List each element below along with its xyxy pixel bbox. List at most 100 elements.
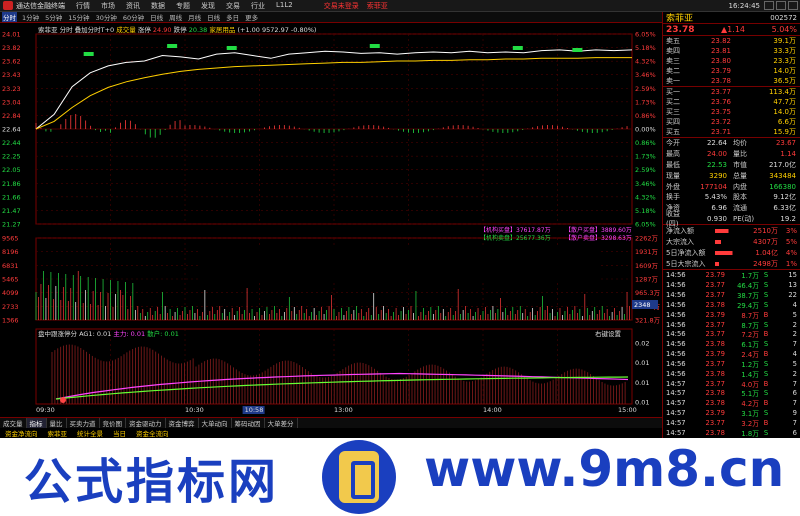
indicator-tab[interactable]: 指标 — [26, 418, 47, 428]
indicator-tab[interactable]: 资金驱动力 — [126, 418, 166, 428]
menu-item[interactable]: 行业 — [251, 1, 265, 11]
stat-value: 24.00 — [706, 150, 727, 159]
period-tab[interactable]: 60分钟 — [122, 12, 145, 22]
period-tab[interactable]: 5分钟 — [44, 12, 63, 22]
tick-side: B — [763, 350, 769, 359]
stat-label: 内盘 — [733, 182, 747, 191]
indicator-tab[interactable]: 大单差分 — [265, 418, 298, 428]
signal-marker — [512, 46, 523, 50]
watermark-left-text: 公式指标网 — [24, 454, 280, 510]
period-tab[interactable]: 月线 — [187, 12, 202, 22]
fund-flow-tab[interactable]: 资金全流向 — [131, 428, 174, 438]
order-row[interactable]: 卖二 23.79 14.0万 — [663, 66, 800, 76]
stat-value: 9.12亿 — [773, 193, 796, 202]
close-icon[interactable] — [788, 1, 798, 10]
order-row[interactable]: 买一 23.77 113.4万 — [663, 87, 800, 97]
menu-item[interactable]: L1L2 — [276, 1, 293, 11]
tick-row: 14:57 23.78 4.2万 B 7 — [663, 398, 800, 408]
menu-item[interactable]: 行情 — [76, 1, 90, 11]
indicator-tab[interactable]: 筹码动因 — [232, 418, 265, 428]
flow-label: 5日大宗流入 — [666, 259, 706, 268]
indicator-tab[interactable]: 资金博弈 — [166, 418, 199, 428]
maximize-icon[interactable] — [776, 1, 786, 10]
order-price: 23.72 — [710, 118, 731, 126]
order-row[interactable]: 买五 23.71 15.9万 — [663, 127, 800, 137]
tick-price: 23.79 — [705, 310, 725, 319]
order-row[interactable]: 买三 23.75 14.0万 — [663, 107, 800, 117]
menu-item[interactable]: 资讯 — [126, 1, 140, 11]
amount-tick-label: 1287万 — [635, 276, 659, 284]
period-tab[interactable]: 更多 — [244, 12, 259, 22]
flow-row: 5日大宗流入 2498万 1% — [663, 258, 800, 269]
flow-bar — [715, 239, 739, 244]
tick-side: S — [763, 300, 769, 309]
indicator-tab[interactable]: 量比 — [47, 418, 67, 428]
order-row[interactable]: 买四 23.72 6.6万 — [663, 117, 800, 127]
period-tab[interactable]: 周线 — [168, 12, 183, 22]
stat-row: 最低 22.53 市值 217.0亿 — [663, 160, 800, 171]
order-row[interactable]: 卖五 23.82 39.1万 — [663, 36, 800, 46]
stock-tab[interactable]: 索菲亚 — [367, 1, 388, 11]
pct-tick-label: 6.05% — [635, 31, 656, 39]
order-row[interactable]: 卖四 23.81 33.3万 — [663, 46, 800, 56]
flow-row: 净流入额 2510万 3% — [663, 225, 800, 236]
signal-marker — [226, 46, 237, 50]
stat-row: 最高 24.00 量比 1.14 — [663, 149, 800, 160]
tick-price: 23.79 — [705, 350, 725, 359]
minimize-icon[interactable] — [764, 1, 774, 10]
fund-flow-tab[interactable]: 资金净流向 — [0, 428, 43, 438]
menu-item[interactable]: 市场 — [101, 1, 115, 11]
stat-value: 3290 — [709, 171, 727, 180]
period-tab[interactable]: 分时 — [2, 12, 17, 22]
menu-item[interactable]: 发现 — [201, 1, 215, 11]
stock-name: 索菲亚 — [666, 14, 694, 24]
fund-flow-tab[interactable]: 统计全景 — [72, 428, 108, 438]
tick-side: S — [763, 271, 769, 280]
price-change-pct: 5.04% — [771, 25, 797, 34]
indicator-tab[interactable]: 大单动向 — [199, 418, 232, 428]
order-level: 买二 — [666, 98, 680, 106]
order-row[interactable]: 卖三 23.80 23.3万 — [663, 56, 800, 66]
menu-item[interactable]: 专题 — [176, 1, 190, 11]
stat-label: 流通 — [733, 204, 747, 213]
order-level: 买四 — [666, 118, 680, 126]
menu-item[interactable]: 交易 — [226, 1, 240, 11]
tick-count: 9 — [792, 409, 797, 418]
period-tab[interactable]: 15分钟 — [67, 12, 90, 22]
period-tab[interactable]: 日线 — [149, 12, 164, 22]
period-tab[interactable]: 30分钟 — [95, 12, 118, 22]
period-tab[interactable]: 多日 — [225, 12, 240, 22]
tick-row: 14:56 23.78 1.4万 S 2 — [663, 369, 800, 379]
indicator-tab[interactable]: 成交量 — [0, 418, 27, 428]
stat-row: 今开 22.64 均价 23.67 — [663, 138, 800, 149]
indicator-tab[interactable]: 竞价图 — [100, 418, 126, 428]
period-tabs: 分时 1分钟 5分钟 15分钟 30分钟 60分钟 日线 周线 月线 日线 多日 更多 — [0, 12, 662, 23]
pct-tick-label: 0.86% — [635, 139, 656, 147]
order-level: 买五 — [666, 128, 680, 136]
indicator-tab[interactable]: 买卖力道 — [67, 418, 100, 428]
tick-row: 14:56 23.77 46.4万 S 13 — [663, 280, 800, 290]
login-notice[interactable]: 交易未登录 — [324, 1, 359, 11]
tick-time: 14:56 — [666, 350, 686, 359]
order-row[interactable]: 卖一 23.78 36.5万 — [663, 76, 800, 86]
tick-time: 14:56 — [666, 359, 686, 368]
stat-label: 外盘 — [666, 182, 680, 191]
price-tick-label: 21.47 — [2, 207, 21, 215]
flow-value: 2510万 — [753, 226, 778, 235]
time-tick-label: 14:00 — [483, 406, 502, 414]
fund-flow-tab[interactable]: 索菲亚 — [43, 428, 73, 438]
period-tab[interactable]: 日线 — [206, 12, 221, 22]
tick-price: 23.77 — [705, 290, 725, 299]
legend-inst-buy: 【机构买盘】37617.87万 — [480, 226, 551, 234]
tick-count: 5 — [792, 359, 797, 368]
amount-tick-label: 2262万 — [635, 235, 659, 243]
order-price: 23.79 — [710, 67, 731, 75]
fund-flow-tab[interactable]: 当日 — [108, 428, 131, 438]
pct-tick-label: 3.46% — [635, 71, 656, 79]
tick-time: 14:56 — [666, 300, 686, 309]
price-tick-label: 22.25 — [2, 153, 21, 161]
intraday-chart[interactable]: 24.01 6.05% 23.82 5.18% 23.62 4.32% 23.43 3.46%… — [0, 24, 662, 417]
menu-item[interactable]: 数据 — [151, 1, 165, 11]
order-row[interactable]: 买二 23.76 47.7万 — [663, 97, 800, 107]
period-tab[interactable]: 1分钟 — [21, 12, 40, 22]
